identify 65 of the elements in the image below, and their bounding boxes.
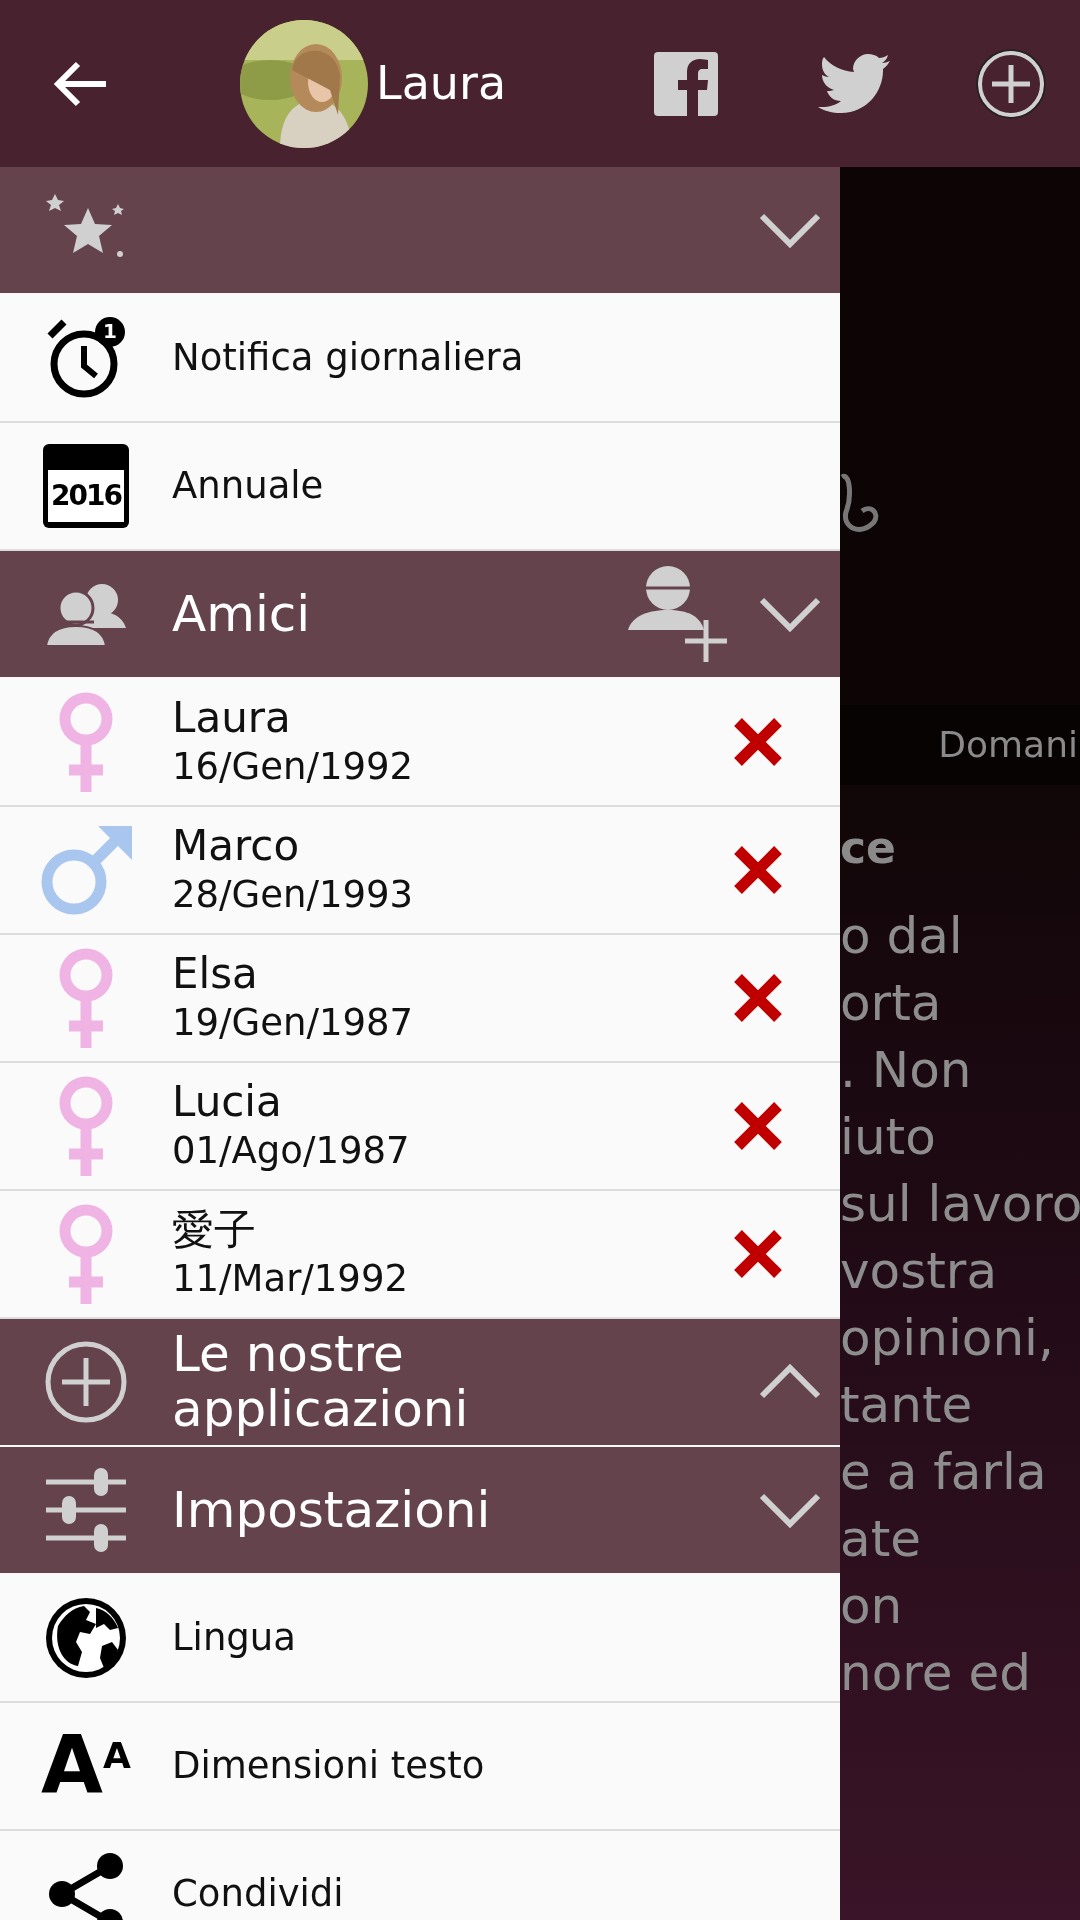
facebook-button[interactable] bbox=[654, 51, 718, 116]
article-text-line: on bbox=[840, 1576, 904, 1637]
delete-button[interactable] bbox=[732, 716, 784, 768]
female-symbol-icon bbox=[59, 1076, 113, 1176]
article-text-line: sul lavoro bbox=[840, 1174, 1080, 1235]
close-icon bbox=[732, 716, 784, 768]
birth-date: 19/Gen/1987 bbox=[172, 1000, 415, 1047]
article-text-line: . Non bbox=[840, 1040, 973, 1101]
article-text-line: e a farla bbox=[840, 1442, 1048, 1503]
section-header[interactable]: Amici bbox=[0, 551, 840, 679]
delete-button[interactable] bbox=[732, 1228, 784, 1280]
article-text-line: vostra bbox=[840, 1241, 999, 1302]
twitter-button[interactable] bbox=[818, 53, 890, 114]
section-title: Amici bbox=[172, 586, 311, 642]
female-symbol-icon bbox=[59, 692, 113, 792]
plus-circle-icon bbox=[976, 48, 1046, 119]
section-title: Le nostre applicazioni bbox=[172, 1327, 470, 1437]
friend-name: Laura bbox=[172, 692, 292, 744]
bird-icon bbox=[818, 53, 890, 114]
profile-name: Laura bbox=[376, 55, 507, 112]
add-person-icon bbox=[628, 566, 728, 662]
friend-name: Marco bbox=[172, 820, 301, 872]
birth-date: 01/Ago/1987 bbox=[172, 1128, 411, 1175]
article-text-line: ate bbox=[840, 1509, 922, 1570]
friend-name: Elsa bbox=[172, 948, 259, 1000]
calendar-year: 2016 bbox=[48, 470, 124, 522]
menu-label: Lingua bbox=[172, 1615, 296, 1662]
friend-name: 愛子 bbox=[172, 1204, 257, 1256]
article-text-line: opinioni, bbox=[840, 1308, 1055, 1369]
menu-label: Annuale bbox=[172, 463, 324, 510]
menu-label: Condividi bbox=[172, 1871, 344, 1918]
article-text-line: tante bbox=[840, 1375, 974, 1436]
male-symbol-icon bbox=[40, 824, 132, 916]
friend-name: Lucia bbox=[172, 1076, 283, 1128]
female-symbol-icon bbox=[59, 948, 113, 1048]
article-heading: ce bbox=[840, 821, 897, 875]
close-icon bbox=[732, 972, 784, 1024]
people-icon bbox=[44, 582, 128, 646]
female-symbol-icon bbox=[59, 1204, 113, 1304]
globe-icon bbox=[44, 1596, 128, 1680]
birth-date: 16/Gen/1992 bbox=[172, 744, 415, 791]
delete-button[interactable] bbox=[732, 972, 784, 1024]
birth-date: 28/Gen/1993 bbox=[172, 872, 415, 919]
section-header[interactable]: Impostazioni bbox=[0, 1447, 840, 1575]
sliders-icon bbox=[44, 1468, 128, 1552]
close-icon bbox=[732, 1100, 784, 1152]
birth-date: 11/Mar/1992 bbox=[172, 1256, 409, 1303]
section-header[interactable]: Le nostre applicazioni bbox=[0, 1319, 840, 1447]
article-text-line: o dal bbox=[840, 906, 964, 967]
plus-circle-icon bbox=[44, 1340, 128, 1424]
delete-button[interactable] bbox=[732, 1100, 784, 1152]
close-icon bbox=[732, 1228, 784, 1280]
add-button[interactable] bbox=[976, 48, 1046, 119]
add-friend-button[interactable] bbox=[628, 566, 728, 662]
menu-label: Dimensioni testo bbox=[172, 1743, 485, 1790]
close-icon bbox=[732, 844, 784, 896]
facebook-icon bbox=[654, 51, 718, 116]
article-text-line: nore ed bbox=[840, 1643, 1032, 1704]
delete-button[interactable] bbox=[732, 844, 784, 896]
alarm-number: 1 bbox=[103, 318, 117, 345]
menu-label: Notifica giornaliera bbox=[172, 335, 524, 382]
article-text-line: iuto bbox=[840, 1107, 937, 1168]
section-title: Impostazioni bbox=[172, 1482, 491, 1538]
article-text-line: orta bbox=[840, 973, 943, 1034]
section-header[interactable] bbox=[0, 167, 840, 295]
